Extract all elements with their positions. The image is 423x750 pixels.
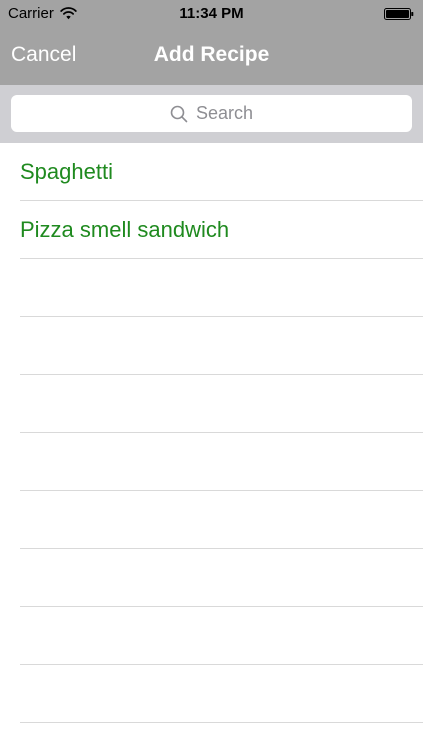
list-item-empty — [20, 607, 423, 665]
list-item-empty — [20, 375, 423, 433]
list-item-empty — [20, 433, 423, 491]
list-item[interactable]: Pizza smell sandwich — [20, 201, 423, 259]
search-bar: Search — [0, 85, 423, 143]
page-title: Add Recipe — [153, 43, 270, 66]
search-input[interactable]: Search — [11, 95, 412, 132]
recipe-name: Spaghetti — [20, 159, 113, 184]
recipe-list: Spaghetti Pizza smell sandwich — [0, 143, 423, 723]
navigation-bar: Cancel Add Recipe — [0, 28, 423, 85]
list-item[interactable]: Spaghetti — [20, 143, 423, 201]
status-time: 11:34 PM — [179, 5, 244, 22]
battery-icon — [384, 8, 414, 20]
list-item-empty — [20, 259, 423, 317]
recipe-name: Pizza smell sandwich — [20, 217, 230, 242]
list-item-empty — [20, 491, 423, 549]
search-icon — [170, 105, 188, 122]
top-bar: Carrier 11:34 PM Cancel Add Recipe — [0, 0, 423, 85]
list-item-empty — [20, 549, 423, 607]
add-recipe-screen: Carrier 11:34 PM Cancel Add Recipe Searc… — [0, 0, 423, 750]
list-item-empty — [20, 317, 423, 375]
search-placeholder: Search — [195, 103, 254, 123]
status-bar: Carrier 11:34 PM — [0, 0, 423, 28]
list-item-empty — [20, 665, 423, 723]
